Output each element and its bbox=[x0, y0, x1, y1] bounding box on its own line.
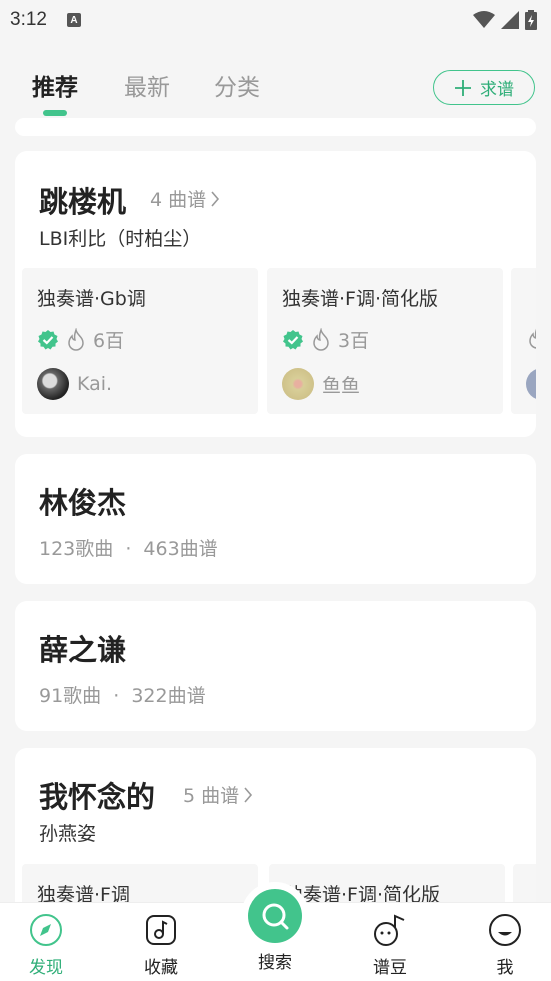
score-item[interactable] bbox=[513, 864, 536, 902]
song-title: 我怀念的 bbox=[39, 780, 156, 814]
flame-icon bbox=[313, 327, 329, 351]
artist-stats: 91歌曲 · 322曲谱 bbox=[39, 681, 206, 708]
previous-card bbox=[15, 118, 536, 136]
nav-search-label: 搜索 bbox=[258, 953, 292, 973]
music-note-box-icon bbox=[146, 915, 176, 945]
heat-value: 3百 bbox=[338, 330, 370, 352]
separator-dot: · bbox=[125, 538, 132, 560]
status-bar: 3:12 A bbox=[0, 0, 551, 40]
tab-latest[interactable]: 最新 bbox=[124, 68, 170, 102]
avatar bbox=[526, 368, 536, 400]
avatar bbox=[282, 368, 314, 400]
nav-search[interactable] bbox=[241, 882, 309, 950]
score-item[interactable]: 独奏谱·F调·简化版 bbox=[269, 864, 505, 902]
signal-icon bbox=[501, 11, 519, 29]
nav-label: 发现 bbox=[29, 958, 63, 978]
smile-face-icon bbox=[489, 914, 521, 946]
nav-discover[interactable]: 发现 bbox=[6, 913, 86, 978]
top-tabs: 推荐 最新 分类 求谱 bbox=[0, 58, 551, 118]
flame-icon bbox=[68, 327, 84, 351]
tab-indicator bbox=[43, 110, 67, 116]
tab-category[interactable]: 分类 bbox=[214, 68, 260, 102]
uploader-name: Kai. bbox=[77, 373, 113, 395]
song-score-count[interactable]: 4 曲谱 bbox=[150, 185, 220, 212]
artist-name: 薛之谦 bbox=[39, 633, 127, 667]
nav-label: 收藏 bbox=[144, 958, 178, 978]
score-stats: 6百 bbox=[37, 326, 124, 353]
song-artist: LBI利比（时柏尘） bbox=[39, 228, 202, 250]
nav-label: 我 bbox=[496, 958, 514, 978]
wifi-icon bbox=[473, 11, 495, 28]
score-title: 独奏谱·Gb调 bbox=[37, 288, 146, 310]
artist-card[interactable]: 林俊杰 123歌曲 · 463曲谱 bbox=[15, 454, 536, 584]
song-artist: 孙燕姿 bbox=[39, 823, 97, 845]
battery-icon bbox=[525, 10, 537, 30]
song-score-count[interactable]: 5 曲谱 bbox=[183, 781, 253, 808]
song-card[interactable]: 我怀念的 5 曲谱 孙燕姿 独奏谱·F调 独奏谱·F调·简化版 bbox=[15, 748, 536, 902]
score-title: 独奏谱·F调·简化版 bbox=[284, 884, 441, 902]
separator-dot: · bbox=[113, 685, 120, 707]
request-score-label: 求谱 bbox=[480, 80, 514, 100]
notification-a-icon: A bbox=[66, 13, 81, 27]
chevron-right-icon bbox=[211, 190, 220, 207]
nav-beans[interactable]: 谱豆 bbox=[350, 913, 430, 978]
song-count: 91歌曲 bbox=[39, 685, 102, 707]
score-count-label: 4 曲谱 bbox=[150, 189, 207, 211]
nav-favorites[interactable]: 收藏 bbox=[121, 913, 201, 978]
music-note-face-icon bbox=[374, 914, 405, 946]
status-time: 3:12 bbox=[10, 9, 47, 30]
score-item[interactable] bbox=[511, 268, 536, 414]
song-card[interactable]: 跳楼机 4 曲谱 LBI利比（时柏尘） 独奏谱·Gb调 6百 Kai. 独奏谱·… bbox=[15, 151, 536, 437]
score-count-label: 5 曲谱 bbox=[183, 785, 240, 807]
search-icon bbox=[262, 903, 289, 930]
tab-recommend[interactable]: 推荐 bbox=[32, 68, 78, 102]
score-item[interactable]: 独奏谱·Gb调 6百 Kai. bbox=[22, 268, 258, 414]
score-uploader: Kai. bbox=[37, 368, 112, 400]
score-count: 322曲谱 bbox=[131, 685, 206, 707]
status-icons bbox=[473, 10, 537, 30]
score-uploader: 鱼鱼 bbox=[282, 368, 360, 400]
search-button[interactable] bbox=[248, 889, 302, 943]
request-score-button[interactable]: 求谱 bbox=[433, 70, 535, 105]
score-count: 463曲谱 bbox=[143, 538, 218, 560]
flame-icon bbox=[529, 328, 536, 349]
score-stats: 3百 bbox=[282, 326, 369, 353]
artist-card[interactable]: 薛之谦 91歌曲 · 322曲谱 bbox=[15, 601, 536, 731]
avatar bbox=[37, 368, 69, 400]
score-title: 独奏谱·F调·简化版 bbox=[282, 288, 439, 310]
score-item[interactable]: 独奏谱·F调·简化版 3百 鱼鱼 bbox=[267, 268, 503, 414]
verified-check-icon bbox=[283, 329, 303, 349]
plus-icon bbox=[455, 79, 471, 96]
artist-name: 林俊杰 bbox=[39, 486, 127, 520]
chevron-right-icon bbox=[244, 786, 253, 803]
song-title: 跳楼机 bbox=[39, 185, 127, 219]
song-count: 123歌曲 bbox=[39, 538, 114, 560]
artist-stats: 123歌曲 · 463曲谱 bbox=[39, 534, 218, 561]
compass-icon bbox=[30, 914, 62, 946]
nav-me[interactable]: 我 bbox=[465, 913, 545, 978]
uploader-name: 鱼鱼 bbox=[322, 374, 361, 397]
score-item[interactable]: 独奏谱·F调 bbox=[22, 864, 258, 902]
nav-label: 谱豆 bbox=[373, 958, 407, 978]
score-title: 独奏谱·F调 bbox=[37, 884, 130, 902]
heat-value: 6百 bbox=[93, 330, 125, 352]
verified-check-icon bbox=[38, 329, 58, 349]
